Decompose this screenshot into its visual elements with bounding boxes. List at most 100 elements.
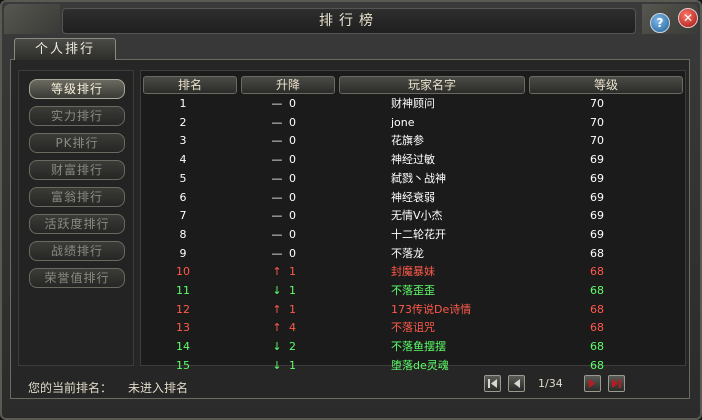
player-name-cell: 不落诅咒 xyxy=(391,321,435,335)
header-player-name[interactable]: 玩家名字 xyxy=(339,76,525,94)
level-cell: 68 xyxy=(590,321,604,335)
rank-cell: 12 xyxy=(176,302,190,316)
change-value-cell: 0 xyxy=(289,97,296,110)
player-name-cell: 堕落de灵魂 xyxy=(391,358,449,372)
level-cell: 68 xyxy=(590,284,604,297)
rank-cell: 8 xyxy=(179,227,187,241)
player-name-cell: jone xyxy=(391,115,415,129)
rank-cell: 1 xyxy=(179,97,187,110)
rank-cell: 10 xyxy=(176,265,190,279)
level-cell: 70 xyxy=(590,115,604,129)
table-row[interactable]: 10 ↑ 1 封魔暴妹 68 xyxy=(141,263,685,281)
ranking-category-sidebar: 等级排行实力排行 PK排行财富排行富翁排行活跃度排行战绩排行荣誉值排行 xyxy=(18,70,134,366)
table-row[interactable]: 7 — 0 无情V小杰 69 xyxy=(141,207,685,225)
no-change-icon: — xyxy=(271,115,283,129)
arrow-up-icon: ↑ xyxy=(272,265,282,279)
sidebar-ranking-button[interactable]: 财富排行 xyxy=(29,160,125,180)
table-row[interactable]: 3 — 0 花旗参 70 xyxy=(141,132,685,150)
level-cell: 69 xyxy=(590,171,604,185)
rank-cell: 15 xyxy=(176,358,190,372)
tab-personal-ranking[interactable]: 个人排行 xyxy=(14,38,116,60)
last-page-icon xyxy=(612,379,621,388)
table-row[interactable]: 8 — 0 十二轮花开 69 xyxy=(141,226,685,244)
level-cell: 68 xyxy=(590,246,604,260)
sidebar-ranking-button[interactable]: 战绩排行 xyxy=(29,241,125,261)
table-row[interactable]: 2 — 0 jone 70 xyxy=(141,114,685,132)
table-row[interactable]: 14 ↓ 2 不落鱼摆摆 68 xyxy=(141,338,685,356)
change-value-cell: 1 xyxy=(289,284,296,297)
level-cell: 68 xyxy=(590,340,604,354)
rank-cell: 13 xyxy=(176,321,190,335)
level-cell: 68 xyxy=(590,358,604,372)
player-name-cell: 弑戮丶战神 xyxy=(391,171,446,185)
level-cell: 69 xyxy=(590,227,604,241)
player-name-cell: 173传说De诗情 xyxy=(391,302,472,316)
close-button[interactable]: ✕ xyxy=(678,8,698,28)
page-indicator: 1/34 xyxy=(538,377,563,390)
rank-cell: 5 xyxy=(179,171,187,185)
level-cell: 68 xyxy=(590,265,604,279)
level-cell: 69 xyxy=(590,209,604,223)
rank-cell: 11 xyxy=(176,284,190,297)
sidebar-ranking-button[interactable]: 荣誉值排行 xyxy=(29,268,125,288)
table-row[interactable]: 15 ↓ 1 堕落de灵魂 68 xyxy=(141,357,685,375)
table-row[interactable]: 11 ↓ 1 不落歪歪 68 xyxy=(141,282,685,300)
help-button[interactable]: ? xyxy=(650,13,670,33)
ranking-table: 排名 升降 玩家名字 等级 1—0 财神顾问 70 2—0 jone 70 3—0 花旗参 70… xyxy=(140,70,686,372)
change-value-cell: 0 xyxy=(289,134,296,148)
change-value-cell: 0 xyxy=(289,246,296,260)
window-title: 排行榜 xyxy=(62,8,636,34)
header-change[interactable]: 升降 xyxy=(241,76,335,94)
sidebar-ranking-button[interactable]: 活跃度排行 xyxy=(29,214,125,234)
player-name-cell: 不落歪歪 xyxy=(391,284,435,297)
arrow-down-icon: ↓ xyxy=(272,284,282,297)
level-cell: 68 xyxy=(590,302,604,316)
player-name-cell: 神经过敏 xyxy=(391,153,435,167)
change-value-cell: 2 xyxy=(289,340,296,354)
change-value-cell: 0 xyxy=(289,190,296,204)
table-row[interactable]: 1 — 0 财神顾问 70 xyxy=(141,95,685,113)
table-row[interactable]: 12 ↑ 1 173传说De诗情 68 xyxy=(141,301,685,319)
no-change-icon: — xyxy=(271,227,283,241)
arrow-up-icon: ↑ xyxy=(272,321,282,335)
player-name-cell: 不落鱼摆摆 xyxy=(391,340,446,354)
sidebar-ranking-button[interactable]: PK排行 xyxy=(29,133,125,153)
change-value-cell: 0 xyxy=(289,209,296,223)
rank-cell: 6 xyxy=(179,190,187,204)
table-row[interactable]: 13 ↑ 4 不落诅咒 68 xyxy=(141,319,685,337)
player-name-cell: 财神顾问 xyxy=(391,97,435,110)
sidebar-ranking-button[interactable]: 等级排行 xyxy=(29,79,125,99)
no-change-icon: — xyxy=(271,209,283,223)
rank-cell: 4 xyxy=(179,153,187,167)
no-change-icon: — xyxy=(271,97,283,110)
player-name-cell: 十二轮花开 xyxy=(391,227,446,241)
change-value-cell: 1 xyxy=(289,358,296,372)
player-name-cell: 花旗参 xyxy=(391,134,424,148)
table-row[interactable]: 5 — 0 弑戮丶战神 69 xyxy=(141,170,685,188)
table-row[interactable]: 9 — 0 不落龙 68 xyxy=(141,245,685,263)
table-row[interactable]: 4 — 0 神经过敏 69 xyxy=(141,151,685,169)
last-page-button[interactable] xyxy=(608,375,625,392)
change-value-cell: 4 xyxy=(289,321,296,335)
no-change-icon: — xyxy=(271,153,283,167)
header-level[interactable]: 等级 xyxy=(529,76,683,94)
header-rank[interactable]: 排名 xyxy=(143,76,237,94)
sidebar-ranking-button[interactable]: 富翁排行 xyxy=(29,187,125,207)
first-page-button[interactable] xyxy=(484,375,501,392)
rank-cell: 14 xyxy=(176,340,190,354)
arrow-up-icon: ↑ xyxy=(272,302,282,316)
sidebar-ranking-button[interactable]: 实力排行 xyxy=(29,106,125,126)
player-name-cell: 神经衰弱 xyxy=(391,190,435,204)
rank-cell: 7 xyxy=(179,209,187,223)
no-change-icon: — xyxy=(271,171,283,185)
level-cell: 70 xyxy=(590,134,604,148)
change-value-cell: 0 xyxy=(289,227,296,241)
my-rank-label: 您的当前排名： xyxy=(28,381,113,395)
prev-page-icon xyxy=(514,379,520,388)
table-row[interactable]: 6 — 0 神经衰弱 69 xyxy=(141,189,685,207)
change-value-cell: 1 xyxy=(289,265,296,279)
prev-page-button[interactable] xyxy=(508,375,525,392)
level-cell: 69 xyxy=(590,190,604,204)
next-page-button[interactable] xyxy=(584,375,601,392)
change-value-cell: 0 xyxy=(289,115,296,129)
